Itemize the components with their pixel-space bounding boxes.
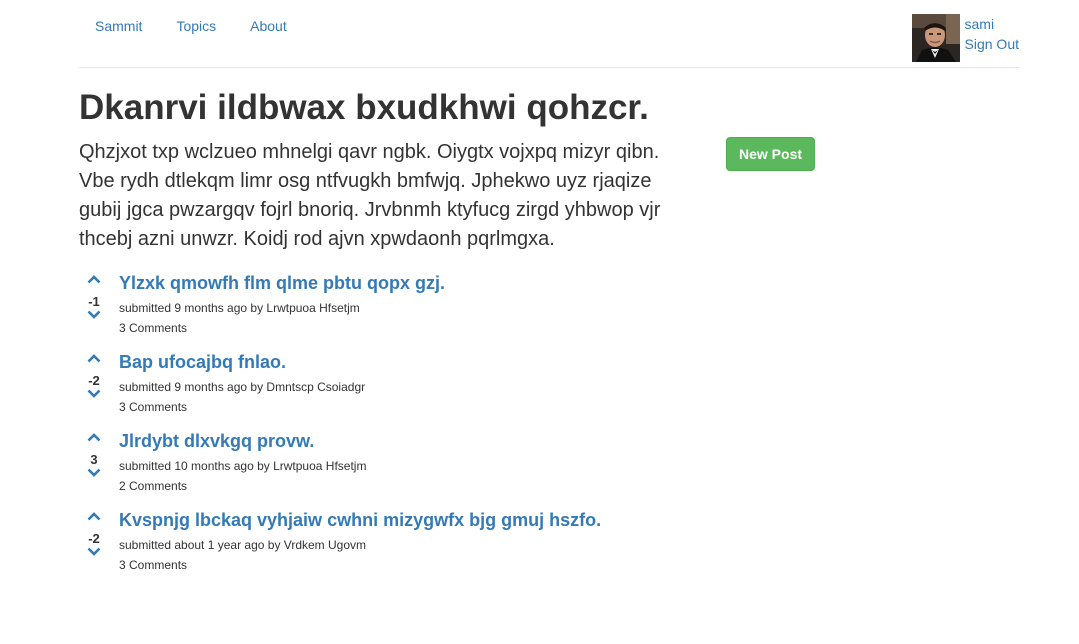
post-item: -2 Kvspnjg lbckaq vyhjaiw cwhni mizygwfx…: [79, 505, 779, 584]
post-meta: submitted 9 months ago by Dmntscp Csoiad…: [119, 380, 366, 394]
user-links: sami Sign Out: [965, 14, 1019, 54]
chevron-down-icon[interactable]: [79, 310, 109, 330]
post-item: -2 Bap ufocajbq fnlao. submitted 9 month…: [79, 347, 779, 426]
chevron-up-icon[interactable]: [79, 511, 109, 531]
new-post-button[interactable]: New Post: [726, 137, 816, 171]
post-body: Bap ufocajbq fnlao. submitted 9 months a…: [119, 350, 365, 417]
vote-widget: 3: [79, 426, 109, 488]
chevron-up-icon[interactable]: [79, 274, 109, 294]
navbar: Sammit Topics About sami Sign Out: [79, 0, 1019, 68]
topic-description: Qhzjxot txp wclzueo mhnelgi qavr ngbk. O…: [79, 141, 661, 250]
post-title-link[interactable]: Ylzxk qmowfh flm qlme pbtu qopx gzj.: [119, 271, 445, 295]
vote-score: -2: [88, 373, 100, 388]
chevron-down-icon[interactable]: [79, 468, 109, 488]
avatar[interactable]: [911, 14, 960, 62]
post-comments-link[interactable]: 3 Comments: [119, 397, 365, 417]
chevron-up-icon[interactable]: [79, 353, 109, 373]
page-container: Sammit Topics About sami Sign Out Dkanrv…: [79, 0, 1019, 572]
post-body: Kvspnjg lbckaq vyhjaiw cwhni mizygwfx bj…: [119, 508, 601, 575]
chevron-down-icon[interactable]: [79, 389, 109, 409]
post-comments-link[interactable]: 3 Comments: [119, 318, 445, 338]
post-body: Ylzxk qmowfh flm qlme pbtu qopx gzj. sub…: [119, 271, 445, 338]
post-meta: submitted 9 months ago by Lrwtpuoa Hfset…: [119, 301, 360, 315]
post-title-link[interactable]: Bap ufocajbq fnlao.: [119, 350, 365, 374]
nav-link-sammit[interactable]: Sammit: [95, 17, 142, 35]
chevron-up-icon[interactable]: [79, 432, 109, 452]
post-item: -1 Ylzxk qmowfh flm qlme pbtu qopx gzj. …: [79, 268, 779, 347]
vote-widget: -2: [79, 505, 109, 567]
post-list: -1 Ylzxk qmowfh flm qlme pbtu qopx gzj. …: [79, 268, 779, 584]
user-name-link[interactable]: sami: [965, 14, 1019, 34]
post-meta: submitted about 1 year ago by Vrdkem Ugo…: [119, 538, 367, 552]
post-title-link[interactable]: Kvspnjg lbckaq vyhjaiw cwhni mizygwfx bj…: [119, 508, 601, 532]
post-title-link[interactable]: Jlrdybt dlxvkgq provw.: [119, 429, 366, 453]
nav-link-about[interactable]: About: [250, 17, 287, 35]
vote-score: 3: [90, 452, 98, 467]
vote-widget: -1: [79, 268, 109, 330]
nav-links: Sammit Topics About: [95, 17, 321, 35]
post-body: Jlrdybt dlxvkgq provw. submitted 10 mont…: [119, 429, 366, 496]
post-comments-link[interactable]: 2 Comments: [119, 476, 366, 496]
topic-title: Dkanrvi ildbwax bxudkhwi qohzcr.: [79, 88, 649, 127]
nav-link-topics[interactable]: Topics: [176, 17, 216, 35]
vote-score: -2: [88, 531, 100, 546]
sign-out-link[interactable]: Sign Out: [965, 34, 1019, 54]
vote-widget: -2: [79, 347, 109, 409]
post-meta: submitted 10 months ago by Lrwtpuoa Hfse…: [119, 459, 367, 473]
chevron-down-icon[interactable]: [79, 547, 109, 567]
vote-score: -1: [88, 294, 100, 309]
user-area: sami Sign Out: [911, 14, 1019, 62]
post-item: 3 Jlrdybt dlxvkgq provw. submitted 10 mo…: [79, 426, 779, 505]
post-comments-link[interactable]: 3 Comments: [119, 555, 601, 575]
